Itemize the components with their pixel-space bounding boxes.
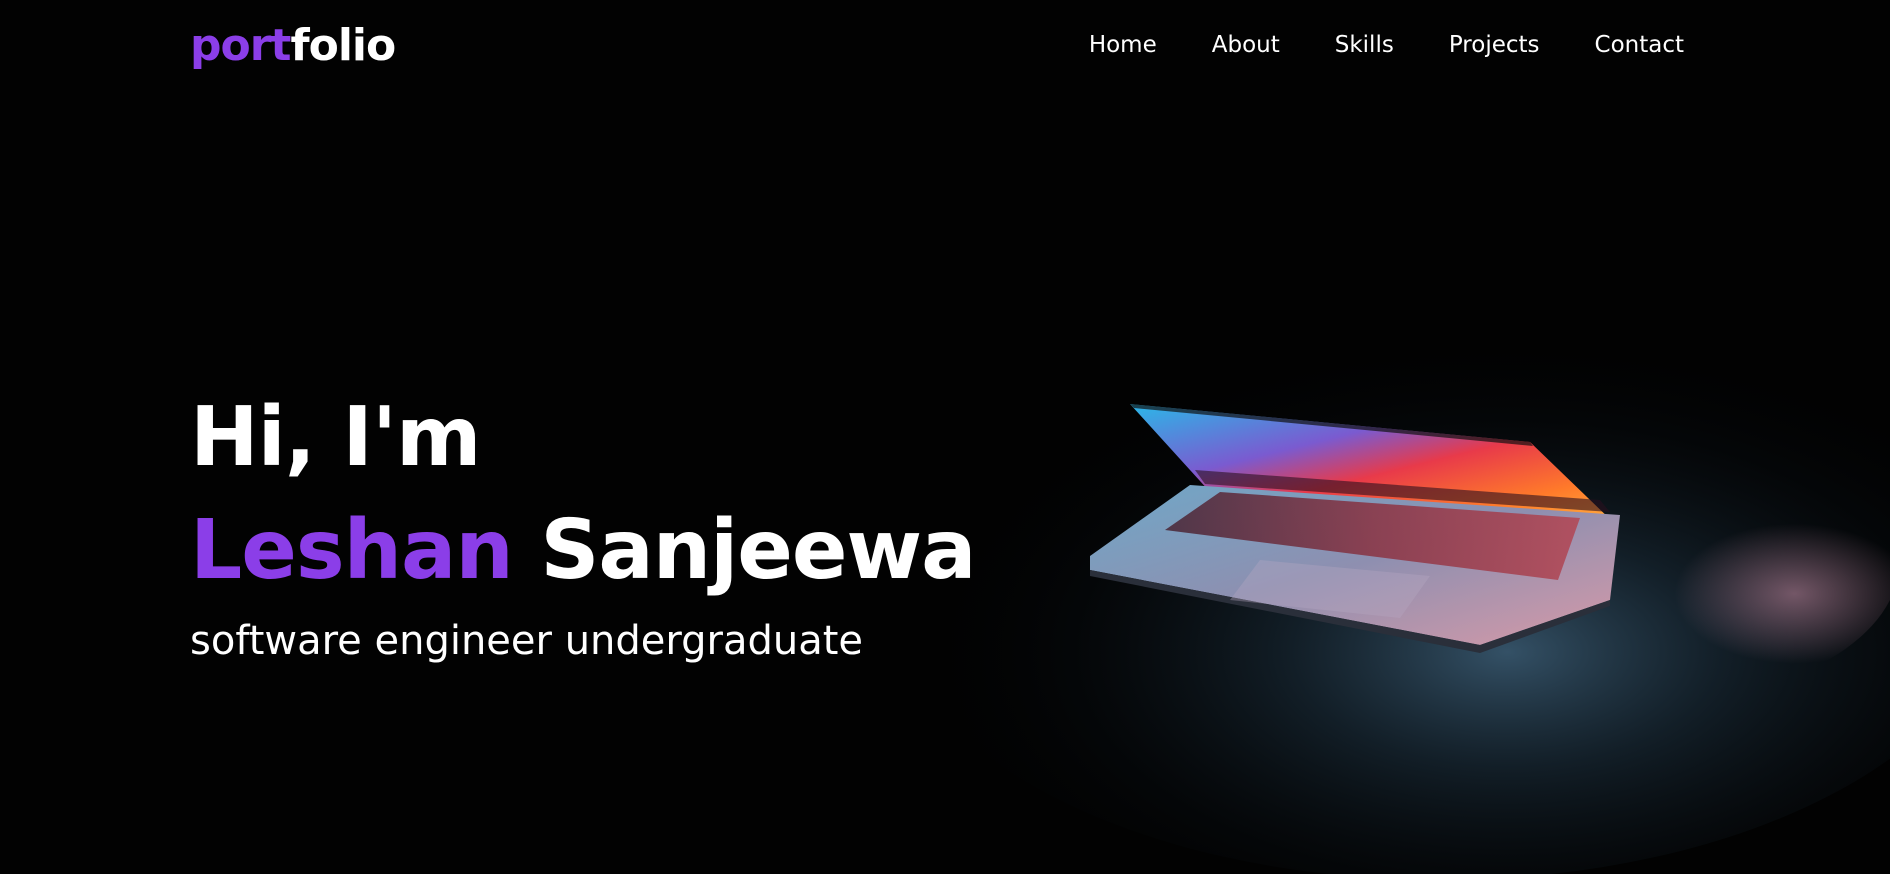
navbar: portfolio Home About Skills Projects Con…	[0, 0, 1890, 92]
nav-item: Home	[1089, 30, 1157, 60]
nav-link-about[interactable]: About	[1212, 32, 1280, 58]
nav-item: Skills	[1335, 30, 1394, 60]
nav-link-skills[interactable]: Skills	[1335, 32, 1394, 58]
nav-item: About	[1212, 30, 1280, 60]
hero-section: Hi, I'm Leshan Sanjeewa software enginee…	[190, 388, 977, 666]
logo[interactable]: portfolio	[190, 20, 396, 72]
nav-link-contact[interactable]: Contact	[1595, 32, 1684, 58]
hero-last-name: Sanjeewa	[540, 503, 976, 598]
logo-part-port: port	[190, 20, 291, 71]
logo-part-folio: folio	[290, 20, 396, 71]
hero-first-name: Leshan	[190, 503, 514, 598]
portfolio-page: portfolio Home About Skills Projects Con…	[0, 0, 1890, 874]
nav-link-projects[interactable]: Projects	[1449, 32, 1540, 58]
nav-link-home[interactable]: Home	[1089, 32, 1157, 58]
hero-greeting: Hi, I'm	[190, 390, 481, 485]
hero-role: software engineer undergraduate	[190, 618, 864, 664]
laptop-hero-image	[880, 280, 1890, 874]
nav-item: Projects	[1449, 30, 1540, 60]
hero-name: Leshan Sanjeewa	[190, 496, 977, 606]
nav-links: Home About Skills Projects Contact	[1089, 30, 1684, 60]
nav-item: Contact	[1595, 30, 1684, 60]
